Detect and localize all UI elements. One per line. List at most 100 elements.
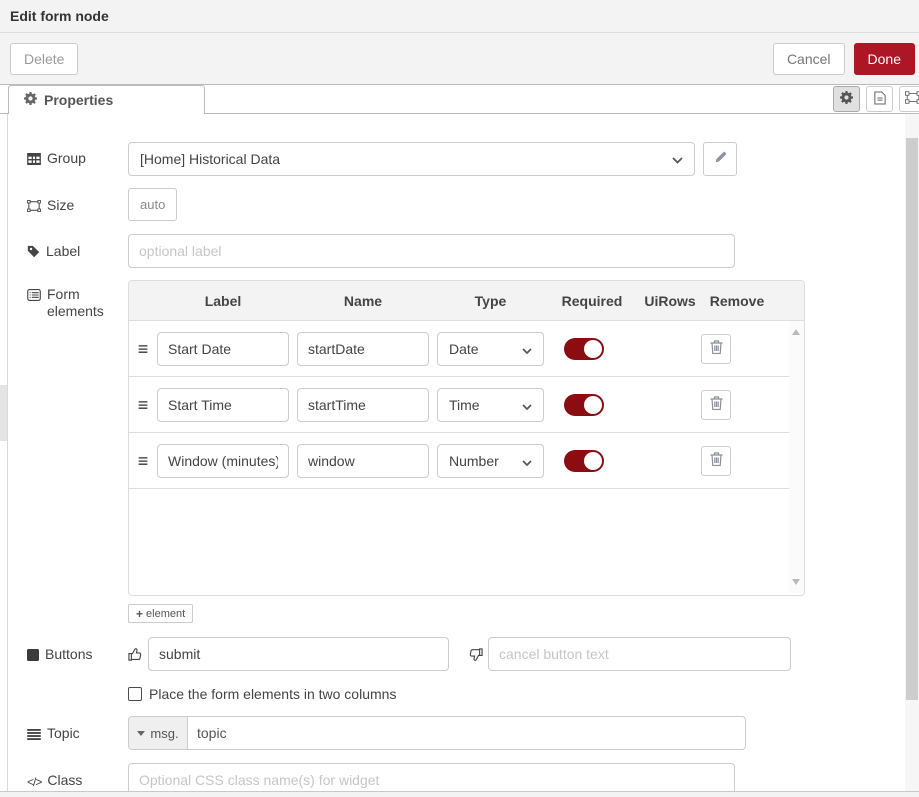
- class-row: </> Class: [27, 763, 905, 791]
- class-label: Class: [47, 772, 82, 789]
- msg-prefix-button[interactable]: msg.: [129, 717, 188, 749]
- size-button[interactable]: auto: [128, 188, 177, 221]
- tab-properties[interactable]: Properties: [8, 85, 205, 114]
- table-body: ≡ Date: [129, 321, 804, 595]
- drag-handle-icon[interactable]: ≡: [129, 452, 157, 470]
- remove-element-button[interactable]: [701, 390, 731, 420]
- label-input[interactable]: [128, 234, 735, 268]
- dialog-toolbar: Delete Cancel Done: [0, 33, 919, 85]
- edit-form-node-dialog: Edit form node Delete Cancel Done Proper…: [0, 0, 919, 797]
- two-columns-label: Place the form elements in two columns: [149, 686, 396, 702]
- scroll-down-icon[interactable]: [792, 579, 800, 585]
- trash-icon: [710, 340, 723, 357]
- group-select-value: [Home] Historical Data: [140, 151, 280, 167]
- object-group-icon: [27, 199, 41, 216]
- element-type-select[interactable]: Date: [437, 332, 544, 366]
- element-name-input[interactable]: [297, 444, 429, 478]
- form-elements-row: Form elements Label Name Type Required U…: [27, 280, 905, 623]
- tab-bar: Properties: [0, 85, 919, 114]
- element-type-select[interactable]: Number: [437, 444, 544, 478]
- toggle-knob: [584, 340, 602, 358]
- column-header-name: Name: [297, 293, 429, 309]
- form-elements-table: Label Name Type Required UiRows Remove ≡: [128, 280, 805, 596]
- form-elements-label: Form elements: [47, 286, 128, 320]
- label-field-label: Label: [46, 243, 80, 260]
- group-label: Group: [47, 150, 86, 167]
- cancel-button-input[interactable]: [488, 637, 791, 671]
- buttons-row: Buttons: [27, 637, 905, 671]
- code-icon: </>: [27, 774, 41, 791]
- column-header-type: Type: [437, 293, 544, 309]
- add-element-button[interactable]: + element: [128, 604, 193, 623]
- class-input[interactable]: [128, 763, 735, 791]
- toggle-knob: [584, 396, 602, 414]
- pencil-icon: [714, 151, 727, 167]
- tab-icon-buttons: [833, 86, 919, 112]
- vertical-scrollbar[interactable]: [905, 114, 919, 791]
- plus-icon: +: [136, 607, 143, 621]
- chevron-down-icon: [522, 397, 532, 413]
- edit-group-button[interactable]: [703, 142, 737, 176]
- element-name-input[interactable]: [297, 388, 429, 422]
- element-name-input[interactable]: [297, 332, 429, 366]
- required-toggle[interactable]: [564, 338, 604, 360]
- table-scrollbar[interactable]: [789, 321, 804, 593]
- chevron-down-icon: [522, 453, 532, 469]
- gear-icon: [24, 92, 37, 108]
- required-toggle[interactable]: [564, 450, 604, 472]
- element-type-value: Date: [449, 341, 479, 357]
- remove-element-button[interactable]: [701, 334, 731, 364]
- square-icon: [27, 648, 39, 665]
- topic-value-input[interactable]: topic: [188, 717, 745, 749]
- table-icon: [27, 152, 41, 169]
- dialog-title: Edit form node: [10, 8, 109, 24]
- submit-button-input[interactable]: [148, 637, 449, 671]
- bottom-strip: [0, 791, 919, 797]
- required-toggle[interactable]: [564, 394, 604, 416]
- table-header: Label Name Type Required UiRows Remove: [129, 281, 804, 321]
- resize-grip[interactable]: [0, 385, 7, 441]
- remove-element-button[interactable]: [701, 446, 731, 476]
- form-area: Group [Home] Historical Data: [9, 114, 905, 791]
- element-label-input[interactable]: [157, 388, 289, 422]
- tag-icon: [27, 245, 40, 262]
- cancel-button[interactable]: Cancel: [773, 43, 845, 75]
- done-button[interactable]: Done: [854, 43, 915, 75]
- thumbs-down-icon: [468, 647, 483, 662]
- trash-icon: [710, 396, 723, 413]
- group-row: Group [Home] Historical Data: [27, 142, 905, 176]
- description-icon-button[interactable]: [866, 86, 893, 112]
- appearance-icon-button[interactable]: [899, 86, 919, 112]
- table-row: ≡ Time: [129, 377, 804, 433]
- tray-header: Edit form node: [0, 0, 919, 33]
- msg-prefix-label: msg.: [150, 726, 178, 741]
- buttons-label: Buttons: [45, 646, 92, 663]
- properties-panel: Group [Home] Historical Data: [0, 114, 919, 791]
- group-select[interactable]: [Home] Historical Data: [128, 142, 695, 176]
- left-resize-strip[interactable]: [0, 114, 8, 791]
- caret-down-icon: [137, 731, 145, 736]
- properties-icon-button[interactable]: [833, 86, 860, 112]
- gear-icon: [840, 91, 853, 107]
- element-type-value: Number: [449, 453, 499, 469]
- thumbs-up-icon: [128, 647, 143, 662]
- two-columns-checkbox[interactable]: [128, 687, 142, 701]
- column-header-label: Label: [157, 293, 289, 309]
- size-row: Size auto: [27, 188, 905, 221]
- element-type-select[interactable]: Time: [437, 388, 544, 422]
- toggle-knob: [584, 452, 602, 470]
- scrollbar-thumb[interactable]: [906, 138, 918, 700]
- column-header-remove: Remove: [700, 293, 774, 309]
- scroll-up-icon[interactable]: [792, 329, 800, 335]
- element-label-input[interactable]: [157, 332, 289, 366]
- size-label: Size: [47, 197, 74, 214]
- tasks-icon: [27, 727, 41, 744]
- list-alt-icon: [27, 288, 41, 305]
- delete-button[interactable]: Delete: [10, 43, 78, 75]
- chevron-down-icon: [672, 151, 683, 167]
- drag-handle-icon[interactable]: ≡: [129, 396, 157, 414]
- topic-label: Topic: [47, 725, 80, 742]
- element-label-input[interactable]: [157, 444, 289, 478]
- topic-typed-input: msg. topic: [128, 716, 746, 750]
- drag-handle-icon[interactable]: ≡: [129, 340, 157, 358]
